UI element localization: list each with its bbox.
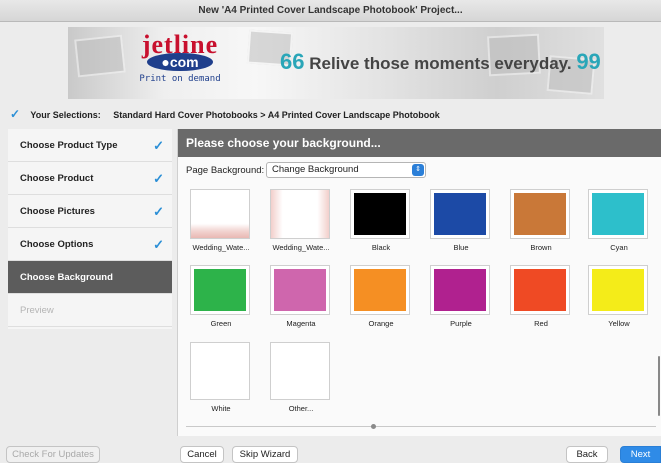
banner-tagline: 66 Relive those moments everyday. 99 — [280, 49, 601, 74]
color-swatch — [588, 189, 648, 239]
horizontal-scroll-thumb[interactable] — [371, 424, 376, 429]
page-background-select[interactable]: Change Background ⇕ — [266, 162, 426, 178]
step-preview: Preview — [8, 294, 172, 327]
check-icon: ✓ — [153, 138, 164, 153]
color-swatch — [190, 342, 250, 400]
background-tile-yellow[interactable]: Yellow — [588, 265, 650, 328]
background-tile-red[interactable]: Red — [510, 265, 572, 328]
back-button[interactable]: Back — [566, 446, 608, 463]
horizontal-scroll-track[interactable] — [186, 426, 656, 427]
selections-path: Standard Hard Cover Photobooks > A4 Prin… — [113, 110, 440, 120]
background-tile-black[interactable]: Black — [350, 189, 412, 252]
wizard-steps: Choose Product Type ✓ Choose Product ✓ Cho… — [8, 129, 172, 329]
color-swatch — [510, 189, 570, 239]
color-swatch — [190, 265, 250, 315]
background-thumbnail — [190, 189, 250, 239]
step-choose-options[interactable]: Choose Options ✓ — [8, 228, 172, 261]
logo-com-badge: ●com — [147, 53, 213, 71]
step-choose-product-type[interactable]: Choose Product Type ✓ — [8, 129, 172, 162]
color-swatch — [350, 265, 410, 315]
background-tile-cyan[interactable]: Cyan — [588, 189, 650, 252]
footer-bar: Check For Updates Cancel Skip Wizard Bac… — [0, 446, 661, 463]
background-tile-white[interactable]: White — [190, 342, 252, 413]
check-icon: ✓ — [10, 107, 21, 121]
banner-photo — [74, 34, 126, 78]
page-background-row: Page Background: Change Background ⇕ — [186, 162, 426, 178]
step-choose-background[interactable]: Choose Background — [8, 261, 172, 294]
quote-open-icon: 66 — [280, 49, 305, 74]
cancel-button[interactable]: Cancel — [180, 446, 224, 463]
color-swatch — [430, 265, 490, 315]
next-button[interactable]: Next — [620, 446, 661, 463]
color-swatch — [270, 265, 330, 315]
step-choose-pictures[interactable]: Choose Pictures ✓ — [8, 195, 172, 228]
color-swatch — [430, 189, 490, 239]
check-icon: ✓ — [153, 237, 164, 252]
skip-wizard-button[interactable]: Skip Wizard — [232, 446, 298, 463]
vertical-scrollbar[interactable] — [658, 356, 660, 416]
check-icon: ✓ — [153, 171, 164, 186]
step-choose-product[interactable]: Choose Product ✓ — [8, 162, 172, 195]
color-swatch — [510, 265, 570, 315]
window-title: New 'A4 Printed Cover Landscape Photoboo… — [0, 0, 661, 22]
updown-chevron-icon: ⇕ — [412, 164, 424, 176]
background-tile-brown[interactable]: Brown — [510, 189, 572, 252]
background-tile-other[interactable]: Other... — [270, 342, 332, 413]
background-tile-wedding-1[interactable]: Wedding_Wate... — [190, 189, 252, 252]
background-tile-wedding-2[interactable]: Wedding_Wate... — [270, 189, 332, 252]
quote-close-icon: 99 — [576, 49, 601, 74]
background-panel: Please choose your background... Page Ba… — [177, 129, 661, 436]
check-icon: ✓ — [153, 204, 164, 219]
selections-label: Your Selections: — [30, 110, 101, 120]
check-for-updates-button[interactable]: Check For Updates — [6, 446, 100, 463]
page-background-label: Page Background: — [186, 165, 265, 176]
background-tile-orange[interactable]: Orange — [350, 265, 412, 328]
jetline-logo: jetline ●com Print on demand — [139, 30, 221, 85]
banner: jetline ●com Print on demand 66 Relive t… — [68, 27, 604, 99]
background-tile-green[interactable]: Green — [190, 265, 252, 328]
panel-heading: Please choose your background... — [178, 129, 661, 157]
background-thumbnail — [270, 189, 330, 239]
color-swatch — [588, 265, 648, 315]
background-tile-purple[interactable]: Purple — [430, 265, 492, 328]
background-tile-blue[interactable]: Blue — [430, 189, 492, 252]
color-swatch — [270, 342, 330, 400]
color-swatch — [350, 189, 410, 239]
selections-bar: ✓ Your Selections: Standard Hard Cover P… — [0, 104, 661, 124]
background-tile-magenta[interactable]: Magenta — [270, 265, 332, 328]
